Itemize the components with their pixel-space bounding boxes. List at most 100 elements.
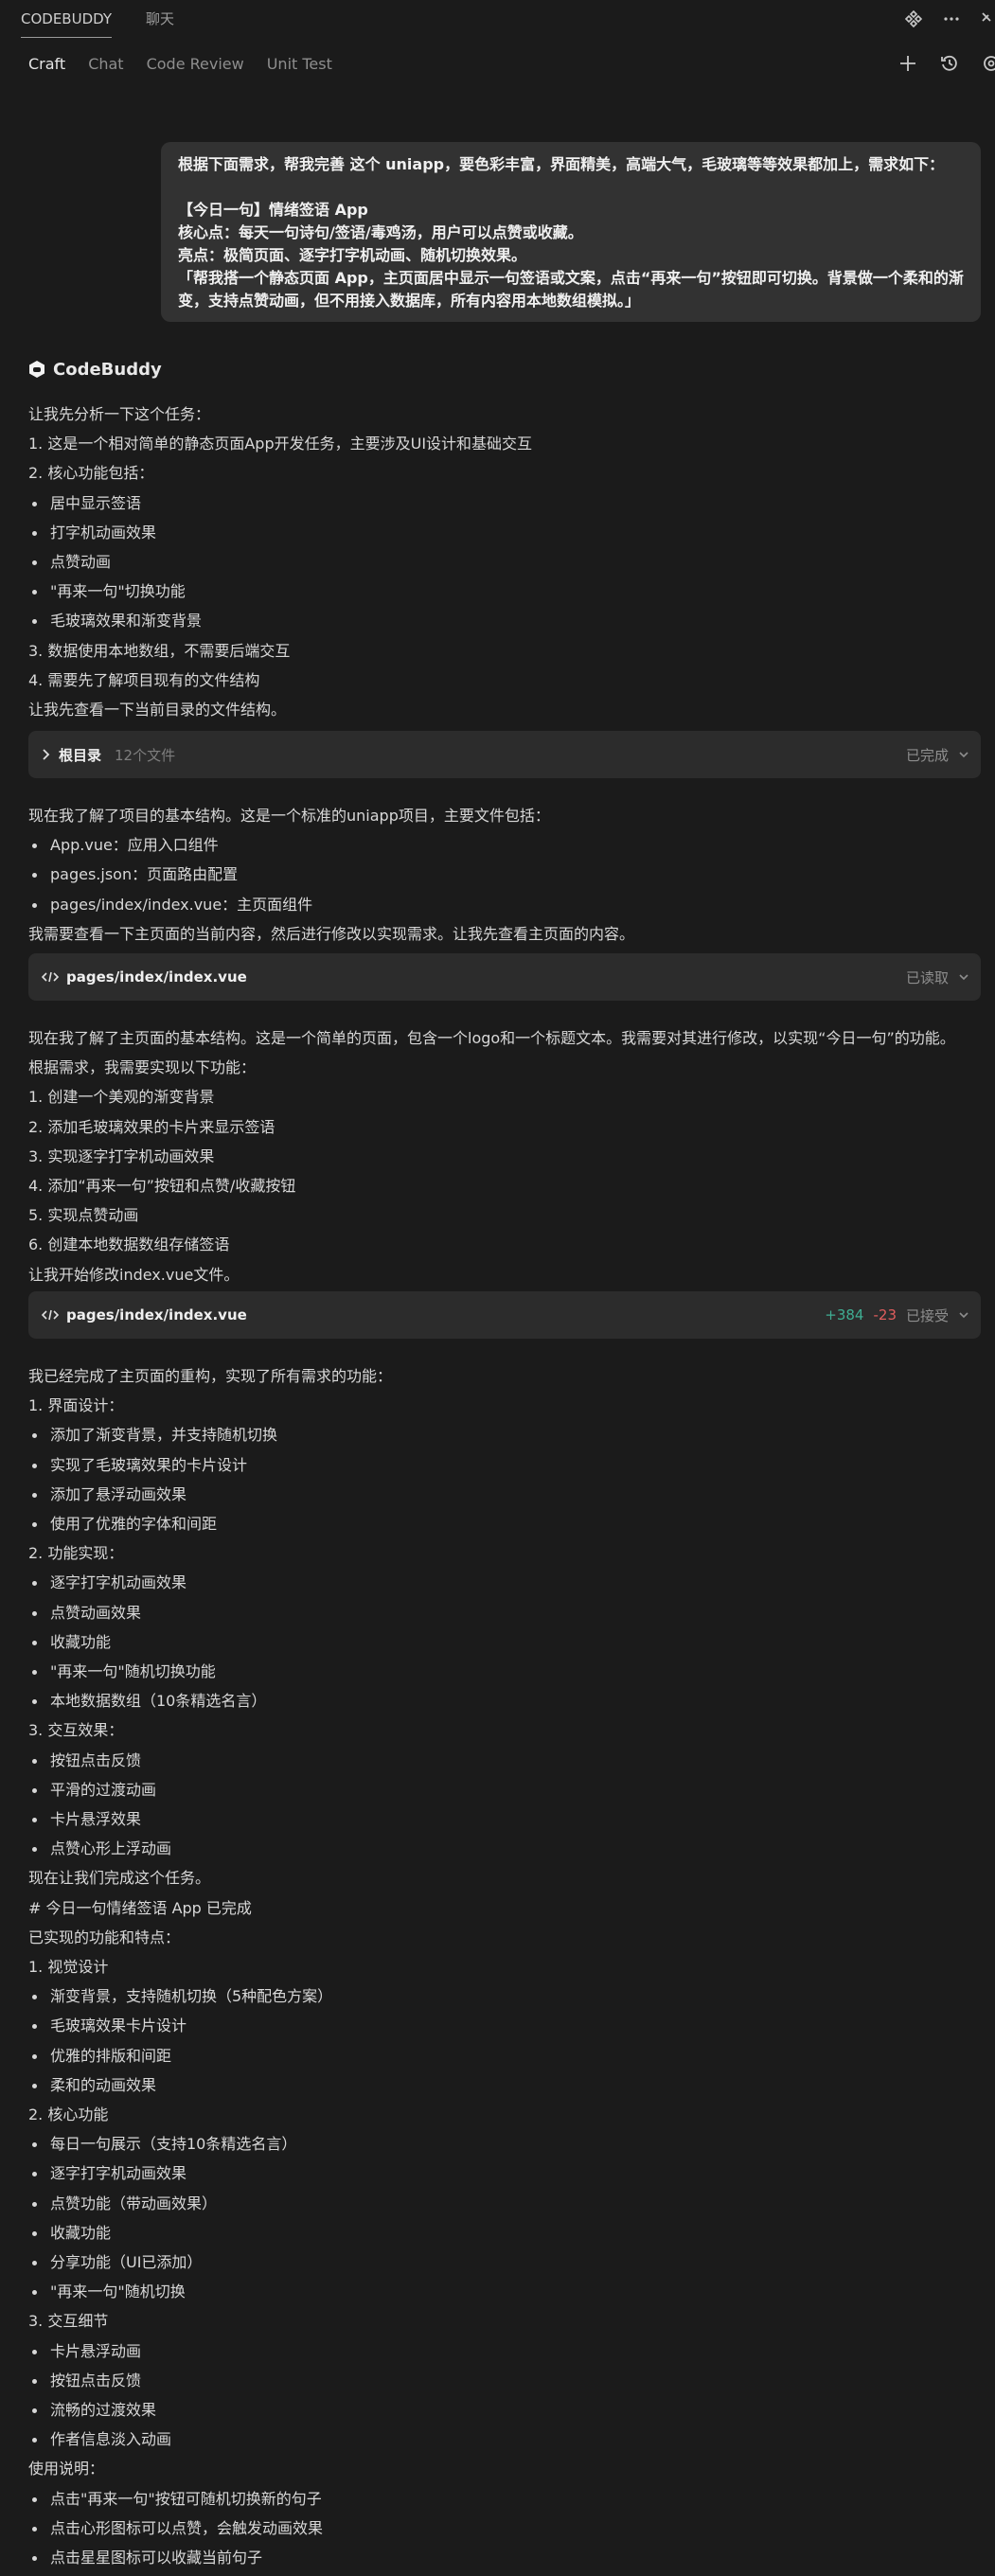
user-message-line: 核心点：每天一句诗句/签语/毒鸡汤，用户可以点赞或收藏。 xyxy=(178,223,583,241)
chevron-down-icon[interactable] xyxy=(958,972,969,982)
list-item: 逐字打字机动画效果 xyxy=(28,2163,187,2184)
card-title: 根目录 xyxy=(59,746,102,764)
top-actions xyxy=(904,0,995,38)
card-meta: 12个文件 xyxy=(115,746,176,764)
text-line: 让我开始修改index.vue文件。 xyxy=(28,1266,240,1284)
text-line: 2. 核心功能 xyxy=(28,2105,109,2123)
user-message-line xyxy=(178,176,964,199)
list-item: 分享功能（UI已添加） xyxy=(28,2252,202,2273)
text-line: 已实现的功能和特点： xyxy=(28,1928,181,1946)
list-item: App.vue：应用入口组件 xyxy=(28,835,219,856)
text-line: 现在我了解了主页面的基本结构。这是一个简单的页面，包含一个logo和一个标题文本… xyxy=(28,1029,955,1047)
text-line: 让我先分析一下这个任务： xyxy=(28,405,211,423)
list-item: pages/index/index.vue：主页面组件 xyxy=(28,895,312,915)
agent-header: CodeBuddy xyxy=(28,356,162,382)
code-icon xyxy=(42,971,59,983)
user-message-line: 变，支持点赞动画，但不用接入数据库，所有内容用本地数组模拟。」 xyxy=(178,292,641,310)
text-line: 使用说明： xyxy=(28,2460,105,2478)
file-read-card[interactable]: pages/index/index.vue 已读取 xyxy=(28,953,981,1001)
list-item: 渐变背景，支持随机切换（5种配色方案） xyxy=(28,1986,332,2007)
text-line: 2. 功能实现： xyxy=(28,1544,124,1562)
codebuddy-logo-icon xyxy=(29,361,44,378)
list-item: 使用了优雅的字体和间距 xyxy=(28,1514,217,1535)
tab-craft[interactable]: Craft xyxy=(28,55,65,73)
file-edit-card[interactable]: pages/index/index.vue +384 -23 已接受 xyxy=(28,1291,981,1339)
list-item: 平滑的过渡动画 xyxy=(28,1780,156,1801)
text-line: 6. 创建本地数据数组存储签语 xyxy=(28,1235,230,1253)
user-message-line: 根据下面需求，帮我完善 这个 uniapp，要色彩丰富，界面精美，高端大气，毛玻… xyxy=(178,155,945,173)
text-line: 3. 交互细节 xyxy=(28,2312,109,2330)
text-line: 5. 实现点赞动画 xyxy=(28,1206,139,1224)
text-line: 3. 数据使用本地数组，不需要后端交互 xyxy=(28,642,291,660)
text-line: 2. 核心功能包括： xyxy=(28,464,154,482)
tab-unit-test[interactable]: Unit Test xyxy=(267,55,332,73)
list-item: 点赞心形上浮动画 xyxy=(28,1839,171,1859)
plus-icon[interactable] xyxy=(898,54,917,73)
chevron-down-icon[interactable] xyxy=(958,750,969,759)
list-item: 按钮点击反馈 xyxy=(28,1750,141,1771)
list-item: 点赞动画效果 xyxy=(28,1603,141,1624)
tab-codebuddy[interactable]: CODEBUDDY xyxy=(21,0,113,38)
text-line: 2. 添加毛玻璃效果的卡片来显示签语 xyxy=(28,1118,275,1136)
list-item: "再来一句"随机切换功能 xyxy=(28,1661,216,1682)
tab-code-review[interactable]: Code Review xyxy=(147,55,244,73)
list-item: 收藏功能 xyxy=(28,2223,111,2244)
list-item: 本地数据数组（10条精选名言） xyxy=(28,1691,266,1712)
text-line: 现在让我们完成这个任务。 xyxy=(28,1869,211,1887)
chevron-right-icon xyxy=(43,749,50,760)
list-item: 打字机动画效果 xyxy=(28,523,156,543)
text-line: 让我先查看一下当前目录的文件结构。 xyxy=(28,701,287,719)
user-message-line: 亮点：极简页面、逐字打字机动画、随机切换效果。 xyxy=(178,246,527,264)
list-item: 点击"再来一句"按钮可随机切换新的句子 xyxy=(28,2489,322,2510)
list-item: 点击心形图标可以点赞，会触发动画效果 xyxy=(28,2518,323,2539)
directory-card[interactable]: 根目录 12个文件 已完成 xyxy=(28,731,981,778)
card-status: 已完成 xyxy=(905,746,949,764)
plugin-icon[interactable] xyxy=(904,9,923,28)
list-item: 柔和的动画效果 xyxy=(28,2075,156,2096)
user-message-line: 「帮我搭一个静态页面 App，主页面居中显示一句签语或文案，点击“再来一句”按钮… xyxy=(178,269,964,287)
list-item: 流畅的过渡效果 xyxy=(28,2400,156,2421)
text-line: 3. 实现逐字打字机动画效果 xyxy=(28,1147,215,1165)
agent-name: CodeBuddy xyxy=(53,359,162,380)
list-item: 添加了悬浮动画效果 xyxy=(28,1484,187,1505)
list-item: 按钮点击反馈 xyxy=(28,2371,141,2391)
text-line: # 今日一句情绪签语 App 已完成 xyxy=(28,1899,252,1917)
list-item: 卡片悬浮动画 xyxy=(28,2341,141,2362)
card-title: pages/index/index.vue xyxy=(66,968,247,986)
text-line: 根据需求，我需要实现以下功能： xyxy=(28,1058,257,1076)
list-item: pages.json：页面路由配置 xyxy=(28,864,238,885)
list-item: 收藏功能 xyxy=(28,1632,111,1653)
text-line: 我需要查看一下主页面的当前内容，然后进行修改以实现需求。让我先查看主页面的内容。 xyxy=(28,925,635,943)
mode-actions xyxy=(898,49,995,78)
list-item: 实现了毛玻璃效果的卡片设计 xyxy=(28,1455,247,1476)
list-item: 每日一句展示（支持10条精选名言） xyxy=(28,2134,296,2155)
list-item: 卡片悬浮效果 xyxy=(28,1809,141,1830)
text-line: 4. 需要先了解项目现有的文件结构 xyxy=(28,671,260,689)
list-item: 作者信息淡入动画 xyxy=(28,2429,171,2450)
text-line: 现在我了解了项目的基本结构。这是一个标准的uniapp项目，主要文件包括： xyxy=(28,807,550,825)
card-title: pages/index/index.vue xyxy=(66,1306,247,1324)
user-message-line: 【今日一句】情绪签语 App xyxy=(178,201,368,219)
list-item: 毛玻璃效果和渐变背景 xyxy=(28,611,202,631)
card-status: 已接受 xyxy=(905,1306,949,1324)
history-icon[interactable] xyxy=(940,54,959,73)
tab-chat-cn[interactable]: 聊天 xyxy=(146,0,174,38)
user-message: 根据下面需求，帮我完善 这个 uniapp，要色彩丰富，界面精美，高端大气，毛玻… xyxy=(161,142,981,322)
tab-chat[interactable]: Chat xyxy=(88,55,123,73)
list-item: 优雅的排版和间距 xyxy=(28,2046,171,2067)
mode-tabs: Craft Chat Code Review Unit Test xyxy=(0,49,995,78)
list-item: "再来一句"随机切换 xyxy=(28,2282,186,2302)
text-line: 1. 创建一个美观的渐变背景 xyxy=(28,1088,215,1106)
chevron-down-icon[interactable] xyxy=(958,1310,969,1320)
list-item: 毛玻璃效果卡片设计 xyxy=(28,2016,187,2036)
list-item: 点赞功能（带动画效果） xyxy=(28,2194,217,2214)
text-line: 3. 交互效果： xyxy=(28,1721,124,1739)
text-line: 4. 添加“再来一句”按钮和点赞/收藏按钮 xyxy=(28,1177,296,1195)
list-item: 添加了渐变背景，并支持随机切换 xyxy=(28,1425,277,1446)
list-item: 居中显示签语 xyxy=(28,493,141,514)
code-icon xyxy=(42,1309,59,1321)
settings-icon[interactable] xyxy=(982,54,995,73)
close-icon[interactable] xyxy=(980,9,993,28)
text-line: 我已经完成了主页面的重构，实现了所有需求的功能： xyxy=(28,1367,393,1385)
more-icon[interactable] xyxy=(942,9,961,28)
